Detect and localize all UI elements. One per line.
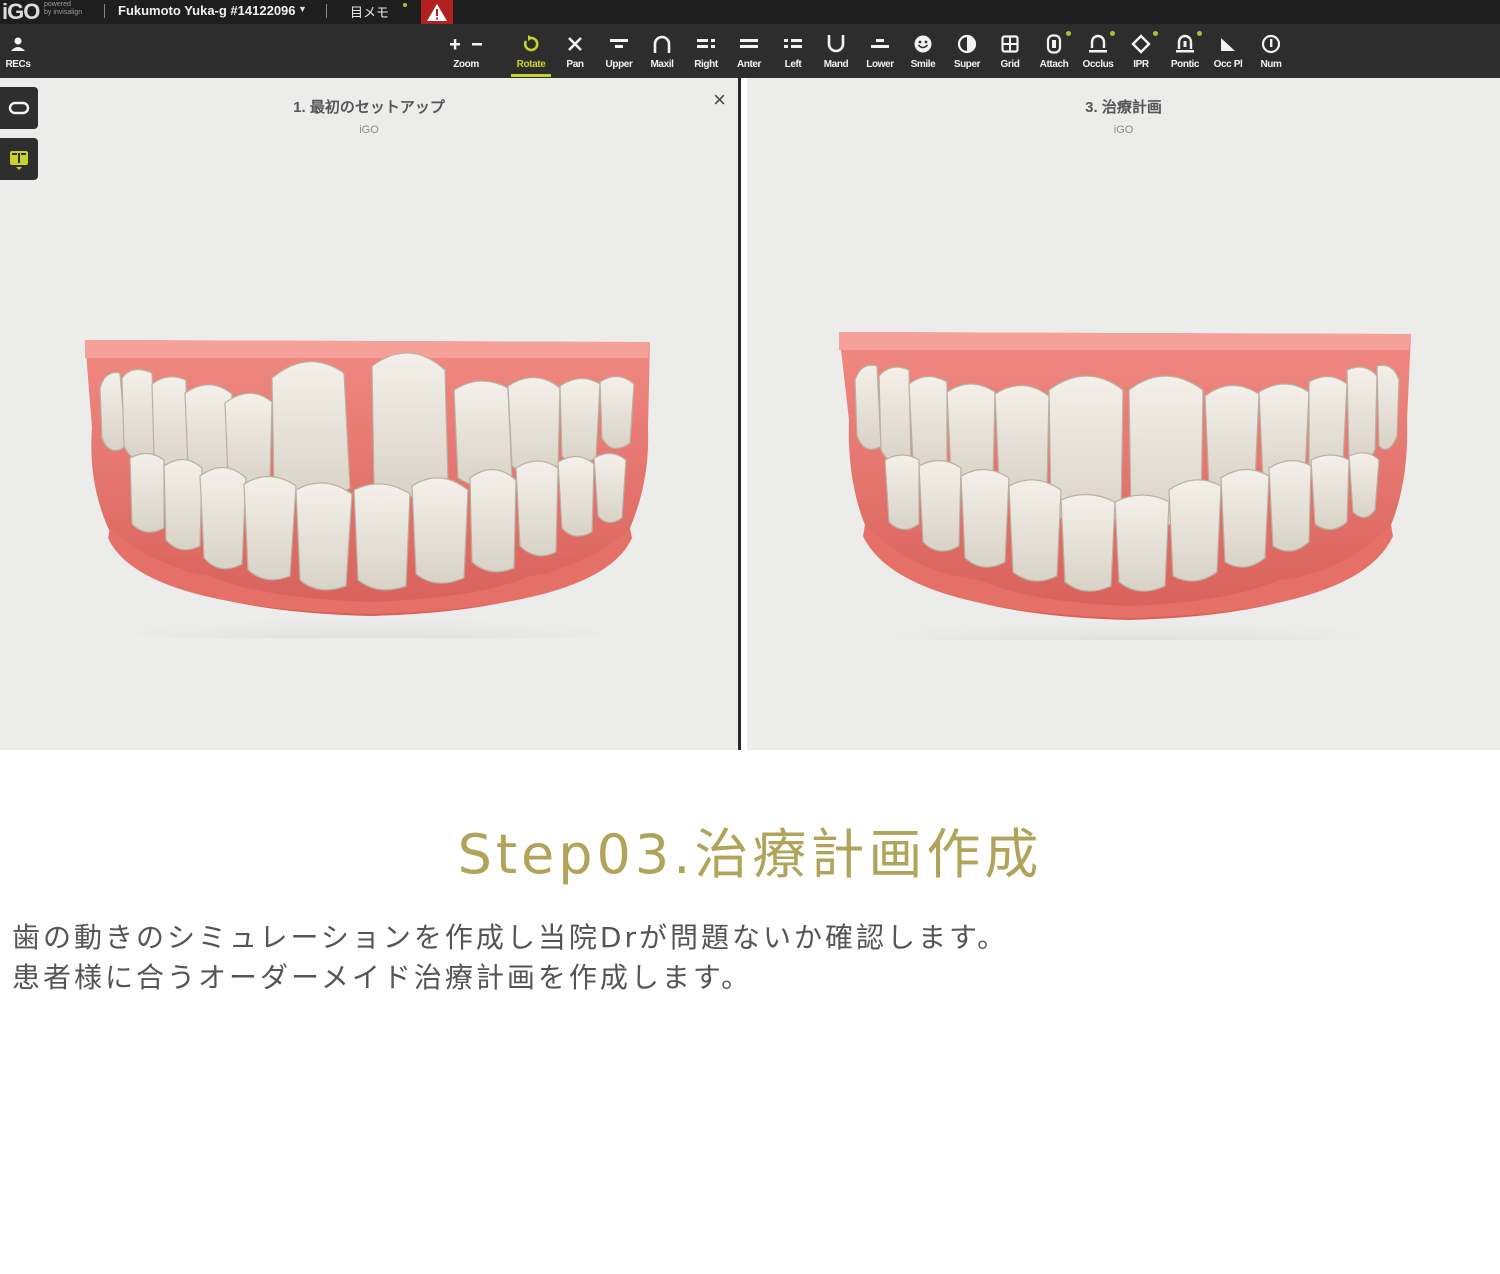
occlusal-plane-icon [1206, 32, 1250, 56]
initial-dentition-model [70, 340, 670, 638]
active-indicator [511, 74, 551, 77]
smile-icon [901, 32, 945, 56]
powered-by-text: powered by invisalign [44, 1, 83, 16]
right-view-icon [684, 32, 728, 56]
description-text: 歯の動きのシミュレーションを作成し当院Drが問題ないか確認します。 患者様に合う… [12, 918, 1008, 998]
description-line-1: 歯の動きのシミュレーションを作成し当院Drが問題ないか確認します。 [12, 921, 1009, 954]
mandibular-arch-icon [814, 32, 858, 56]
upper-jaw-icon [597, 32, 641, 56]
viewport-title: 1. 最初のセットアップ [293, 99, 445, 116]
planned-dentition-model [829, 332, 1429, 640]
step-heading: Step03.治療計画作成 [457, 823, 1043, 886]
status-dot [1110, 31, 1115, 36]
superimpose-icon [945, 32, 989, 56]
patient-selector[interactable]: Fukumoto Yuka-g #14122096 [118, 3, 296, 18]
memo-button[interactable]: 目メモ [350, 2, 389, 21]
status-dot [1066, 31, 1071, 36]
notification-dot [403, 3, 407, 7]
zoom-plus-minus-icon [444, 32, 488, 56]
status-dot [1153, 31, 1158, 36]
rotate-icon [509, 32, 553, 56]
viewport-subtitle: iGO [359, 124, 379, 136]
layout-button[interactable] [0, 138, 38, 180]
tool-num[interactable]: Num [1249, 24, 1293, 78]
viewport-title: 3. 治療計画 [1085, 99, 1162, 116]
status-dot [1197, 31, 1202, 36]
pill-icon [8, 101, 30, 115]
close-icon[interactable]: × [713, 88, 726, 112]
warning-icon [427, 3, 447, 21]
grid-icon [988, 32, 1032, 56]
pan-icon [553, 32, 597, 56]
recs-button[interactable]: RECs [0, 24, 40, 78]
divider [104, 4, 105, 18]
warning-button[interactable] [421, 0, 453, 24]
description-line-2: 患者様に合うオーダーメイド治療計画を作成します。 [12, 961, 753, 994]
lower-jaw-icon [858, 32, 902, 56]
anterior-view-icon [727, 32, 771, 56]
igo-logo: iGO [2, 0, 40, 24]
user-icon [0, 32, 40, 56]
split-view-icon [10, 151, 28, 170]
divider [326, 4, 327, 18]
viewport-initial-setup[interactable]: 1. 最初のセットアップ iGO × [0, 78, 738, 750]
title-bar: iGO powered by invisalign Fukumoto Yuka-… [0, 0, 1500, 24]
tool-zoom[interactable]: Zoom [444, 24, 488, 78]
view-toggle-button[interactable] [0, 87, 38, 129]
numbering-icon [1249, 32, 1293, 56]
view-toolbar: RECs Zoom Rotate Pan Upper Maxil Right A… [0, 24, 1500, 78]
maxillary-arch-icon [640, 32, 684, 56]
viewport-divider[interactable] [738, 78, 747, 750]
viewport-treatment-plan[interactable]: 3. 治療計画 iGO [747, 78, 1500, 750]
viewport-subtitle: iGO [1113, 124, 1134, 136]
chevron-down-icon[interactable]: ▼ [298, 4, 307, 14]
left-view-icon [771, 32, 815, 56]
